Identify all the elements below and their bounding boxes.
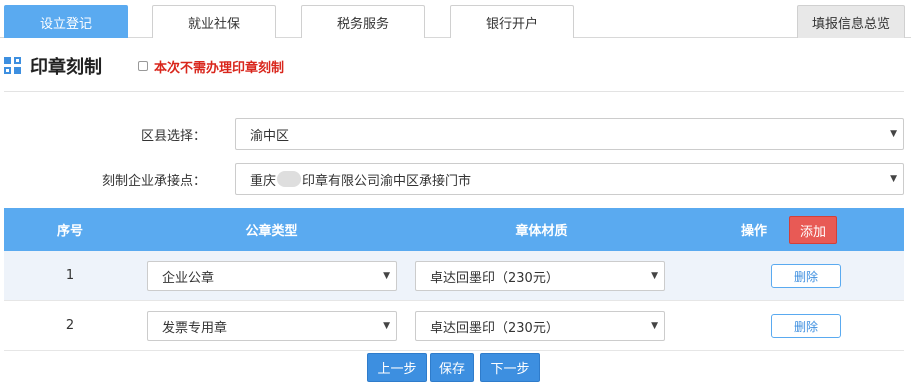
engraver-label: 刻制企业承接点： (101, 174, 206, 189)
redaction-blur (277, 171, 302, 187)
chevron-down-icon: ▼ (651, 271, 658, 281)
tab-bank-account[interactable]: 银行开户 (450, 5, 574, 38)
chevron-down-icon: ▼ (383, 271, 390, 281)
material-value: 卓达回墨印（230元） (430, 320, 559, 336)
tab-summary[interactable]: 填报信息总览 (797, 5, 905, 38)
seal-table: 序号 公章类型 章体材质 操作 添加 1 企业公章 ▼ 卓达回墨印（230元） … (4, 208, 904, 351)
district-value: 渝中区 (250, 128, 290, 144)
skip-seal-option[interactable]: 本次不需办理印章刻制 (138, 57, 284, 76)
divider (4, 91, 904, 92)
row-index: 1 (65, 268, 75, 283)
table-row: 1 企业公章 ▼ 卓达回墨印（230元） ▼ 删除 (4, 251, 904, 301)
chevron-down-icon: ▼ (890, 129, 897, 139)
material-value: 卓达回墨印（230元） (430, 270, 559, 286)
chevron-down-icon: ▼ (890, 174, 897, 184)
prev-step-button[interactable]: 上一步 (367, 353, 427, 382)
engraver-value-prefix: 重庆 (250, 173, 277, 189)
table-header: 序号 公章类型 章体材质 操作 添加 (4, 208, 904, 251)
material-select[interactable]: 卓达回墨印（230元） ▼ (415, 261, 665, 291)
delete-button[interactable]: 删除 (771, 314, 841, 338)
section-title: 印章刻制 (30, 57, 102, 78)
chevron-down-icon: ▼ (383, 321, 390, 331)
row-index: 2 (65, 318, 75, 333)
seal-type-select[interactable]: 企业公章 ▼ (147, 261, 397, 291)
tab-bar: 设立登记 就业社保 税务服务 银行开户 填报信息总览 (0, 0, 911, 38)
engraver-select[interactable]: 重庆 印章有限公司渝中区承接门市 ▼ (235, 163, 904, 195)
chevron-down-icon: ▼ (651, 321, 658, 331)
seal-type-value: 企业公章 (162, 270, 215, 286)
section-header: 印章刻制 本次不需办理印章刻制 (4, 50, 284, 82)
engraver-value-suffix: 印章有限公司渝中区承接门市 (302, 173, 472, 189)
skip-seal-checkbox[interactable] (138, 61, 148, 71)
seal-type-value: 发票专用章 (162, 320, 228, 336)
grid-icon (4, 57, 22, 75)
tab-registration[interactable]: 设立登记 (4, 5, 128, 38)
district-select[interactable]: 渝中区 ▼ (235, 118, 904, 150)
skip-seal-label: 本次不需办理印章刻制 (154, 60, 285, 76)
header-index: 序号 (56, 224, 83, 239)
header-action: 操作 (740, 224, 767, 239)
add-button[interactable]: 添加 (789, 216, 837, 244)
tab-employment-social-security[interactable]: 就业社保 (152, 5, 276, 38)
district-label: 区县选择： (140, 129, 206, 144)
delete-button[interactable]: 删除 (771, 264, 841, 288)
seal-type-select[interactable]: 发票专用章 ▼ (147, 311, 397, 341)
tab-tax-services[interactable]: 税务服务 (301, 5, 425, 38)
next-step-button[interactable]: 下一步 (480, 353, 540, 382)
header-seal-type: 公章类型 (245, 224, 298, 239)
save-button[interactable]: 保存 (430, 353, 474, 382)
table-row: 2 发票专用章 ▼ 卓达回墨印（230元） ▼ 删除 (4, 301, 904, 351)
header-material: 章体材质 (515, 224, 568, 239)
material-select[interactable]: 卓达回墨印（230元） ▼ (415, 311, 665, 341)
